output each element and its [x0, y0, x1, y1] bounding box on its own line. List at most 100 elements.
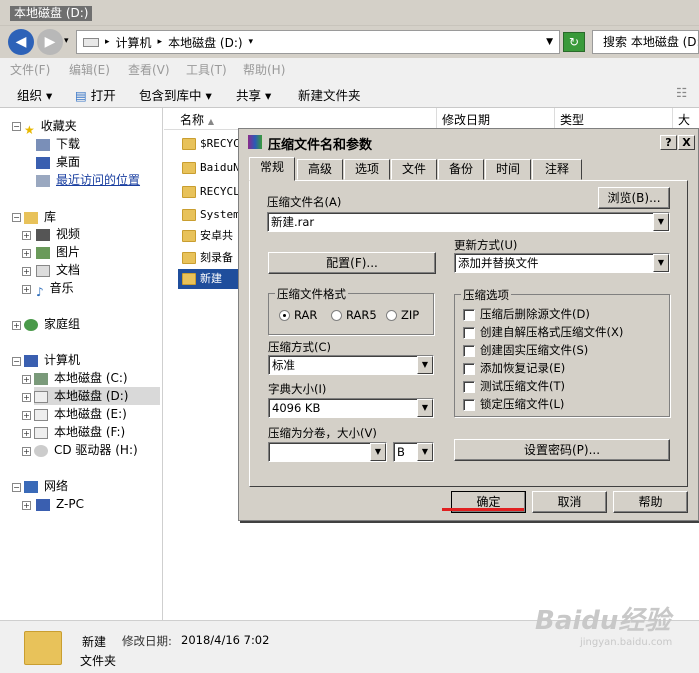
- expand-icon[interactable]: +: [22, 447, 31, 456]
- split-size-input[interactable]: ▼: [268, 442, 387, 462]
- option-recovery[interactable]: 添加恢复记录(E): [463, 361, 565, 375]
- list-item[interactable]: BaiduN: [182, 158, 240, 178]
- nav-favorites[interactable]: ★ 收藏夹: [24, 117, 77, 137]
- format-zip-radio[interactable]: ZIP: [386, 308, 419, 322]
- list-item[interactable]: 安卓共: [182, 226, 233, 246]
- tab-backup[interactable]: 备份: [438, 159, 484, 180]
- back-button[interactable]: ◀: [8, 29, 34, 55]
- nav-drive-f[interactable]: 本地磁盘 (F:): [34, 423, 125, 441]
- list-item[interactable]: RECYCLI: [182, 182, 246, 202]
- menu-tools[interactable]: 工具(T): [186, 61, 227, 78]
- chevron-down-icon[interactable]: ▼: [417, 443, 433, 461]
- browse-button[interactable]: 浏览(B)...: [598, 187, 670, 209]
- menu-view[interactable]: 查看(V): [128, 61, 170, 78]
- list-item[interactable]: 刻录备: [182, 248, 233, 268]
- chevron-down-icon[interactable]: ▼: [653, 254, 669, 272]
- expand-icon[interactable]: +: [22, 429, 31, 438]
- breadcrumb-drive[interactable]: 本地磁盘 (D:): [168, 34, 242, 51]
- expand-icon[interactable]: +: [22, 375, 31, 384]
- help-button[interactable]: 帮助: [613, 491, 688, 513]
- column-type[interactable]: 类型: [560, 111, 584, 128]
- option-solid[interactable]: 创建固实压缩文件(S): [463, 343, 588, 357]
- update-mode-select[interactable]: 添加并替换文件 ▼: [454, 253, 670, 273]
- tab-comment[interactable]: 注释: [532, 159, 582, 180]
- nav-drive-h[interactable]: CD 驱动器 (H:): [34, 441, 138, 459]
- nav-computer[interactable]: 计算机: [24, 351, 80, 369]
- menu-file[interactable]: 文件(F): [10, 61, 50, 78]
- expand-icon[interactable]: +: [22, 267, 31, 276]
- tab-options[interactable]: 选项: [344, 159, 390, 180]
- collapse-icon[interactable]: −: [12, 213, 21, 222]
- nav-network[interactable]: 网络: [24, 477, 68, 495]
- help-icon[interactable]: ?: [660, 135, 677, 150]
- forward-button[interactable]: ▶: [37, 29, 63, 55]
- history-dropdown-icon[interactable]: ▾: [64, 36, 69, 46]
- menu-edit[interactable]: 编辑(E): [69, 61, 110, 78]
- view-options-icon[interactable]: ☷: [676, 85, 687, 100]
- format-rar5-radio[interactable]: RAR5: [331, 308, 377, 322]
- tab-general[interactable]: 常规: [249, 157, 295, 181]
- expand-icon[interactable]: +: [22, 249, 31, 258]
- tab-time[interactable]: 时间: [485, 159, 531, 180]
- share-button[interactable]: 共享 ▾: [236, 85, 271, 104]
- column-modified[interactable]: 修改日期: [442, 111, 490, 128]
- collapse-icon[interactable]: −: [12, 483, 21, 492]
- search-input[interactable]: 搜索 本地磁盘 (D:): [592, 30, 699, 54]
- nav-desktop[interactable]: 桌面: [36, 153, 80, 171]
- profiles-button[interactable]: 配置(F)...: [268, 252, 436, 274]
- expand-icon[interactable]: +: [22, 411, 31, 420]
- new-folder-button[interactable]: 新建文件夹: [298, 85, 361, 104]
- nav-libraries[interactable]: 库: [24, 208, 56, 226]
- tab-files[interactable]: 文件: [391, 159, 437, 180]
- expand-icon[interactable]: +: [12, 321, 21, 330]
- nav-downloads[interactable]: 下载: [36, 135, 80, 153]
- nav-homegroup[interactable]: 家庭组: [24, 315, 80, 333]
- expand-icon[interactable]: +: [22, 393, 31, 402]
- column-name[interactable]: 名称 ▲: [180, 111, 214, 128]
- option-sfx[interactable]: 创建自解压格式压缩文件(X): [463, 325, 623, 339]
- expand-icon[interactable]: +: [22, 285, 31, 294]
- collapse-icon[interactable]: −: [12, 122, 21, 131]
- open-button[interactable]: ▤ 打开: [75, 85, 116, 104]
- dictionary-select[interactable]: 4096 KB ▼: [268, 398, 434, 418]
- nav-documents[interactable]: 文档: [36, 261, 80, 279]
- column-divider[interactable]: [672, 108, 673, 130]
- list-item-selected[interactable]: 新建: [178, 269, 240, 289]
- cancel-button[interactable]: 取消: [532, 491, 607, 513]
- option-lock[interactable]: 锁定压缩文件(L): [463, 397, 564, 411]
- address-bar[interactable]: ▸ 计算机 ▸ 本地磁盘 (D:) ▾ ▼: [76, 30, 560, 54]
- collapse-icon[interactable]: −: [12, 357, 21, 366]
- option-delete-after[interactable]: 压缩后删除源文件(D): [463, 307, 590, 321]
- chevron-down-icon[interactable]: ▼: [653, 213, 669, 231]
- nav-videos[interactable]: 视频: [36, 225, 80, 243]
- archive-name-input[interactable]: 新建.rar ▼: [267, 212, 670, 232]
- split-unit-select[interactable]: B ▼: [393, 442, 434, 462]
- chevron-down-icon[interactable]: ▼: [370, 443, 386, 461]
- list-item[interactable]: $RECYCL: [182, 134, 246, 154]
- method-select[interactable]: 标准 ▼: [268, 355, 434, 375]
- nav-drive-d[interactable]: 本地磁盘 (D:): [34, 387, 160, 405]
- chevron-down-icon[interactable]: ▼: [417, 356, 433, 374]
- expand-icon[interactable]: +: [22, 501, 31, 510]
- expand-icon[interactable]: +: [22, 231, 31, 240]
- set-password-button[interactable]: 设置密码(P)...: [454, 439, 670, 461]
- nav-zpc[interactable]: Z-PC: [36, 495, 84, 513]
- list-item[interactable]: System: [182, 205, 240, 225]
- close-icon[interactable]: X: [678, 135, 695, 150]
- column-divider[interactable]: [554, 108, 555, 130]
- format-rar-radio[interactable]: RAR: [279, 308, 317, 322]
- nav-recent[interactable]: 最近访问的位置: [36, 171, 140, 189]
- nav-drive-e[interactable]: 本地磁盘 (E:): [34, 405, 127, 423]
- nav-music[interactable]: ♪ 音乐: [36, 279, 74, 299]
- nav-drive-c[interactable]: 本地磁盘 (C:): [34, 369, 128, 387]
- nav-pictures[interactable]: 图片: [36, 243, 80, 261]
- include-library-button[interactable]: 包含到库中 ▾: [139, 85, 212, 104]
- column-divider[interactable]: [436, 108, 437, 130]
- menu-help[interactable]: 帮助(H): [243, 61, 285, 78]
- organize-button[interactable]: 组织 ▾: [17, 85, 52, 104]
- breadcrumb-computer[interactable]: 计算机: [116, 34, 152, 51]
- chevron-down-icon[interactable]: ▼: [417, 399, 433, 417]
- tab-advanced[interactable]: 高级: [297, 159, 343, 180]
- option-test[interactable]: 测试压缩文件(T): [463, 379, 565, 393]
- refresh-icon[interactable]: ↻: [563, 32, 585, 52]
